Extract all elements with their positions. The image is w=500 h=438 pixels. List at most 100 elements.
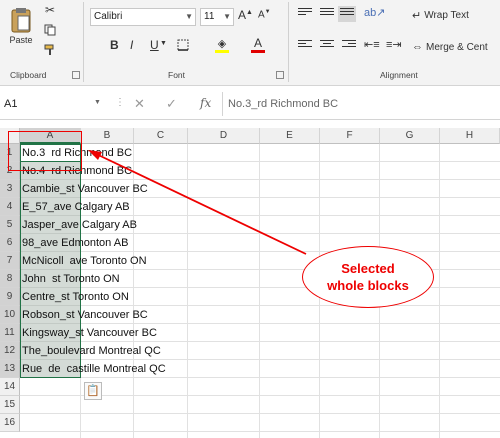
paste-label: Paste	[9, 35, 33, 45]
outdent-button[interactable]: ≡⇥	[386, 38, 402, 51]
font-group-label: Font	[168, 70, 186, 80]
cell-a13[interactable]: Rue de castille Montreal QC	[22, 360, 166, 378]
shrink-font-button[interactable]: A▼	[258, 9, 271, 20]
underline-button[interactable]: U	[150, 38, 159, 52]
font-color-glyph: A	[253, 36, 262, 50]
cell-a4[interactable]: E_57_ave Calgary AB	[22, 198, 130, 216]
row-header-7[interactable]: 7	[0, 252, 20, 270]
grow-font-button[interactable]: A▲	[238, 8, 253, 22]
column-header-c[interactable]: C	[134, 128, 188, 144]
cell-a5[interactable]: Jasper_ave Calgary AB	[22, 216, 137, 234]
row-header-4[interactable]: 4	[0, 198, 20, 216]
row-header-8[interactable]: 8	[0, 270, 20, 288]
cell-a8[interactable]: John st Toronto ON	[22, 270, 120, 288]
annotation-line2: whole blocks	[327, 278, 409, 293]
align-center-icon[interactable]	[320, 40, 334, 52]
cut-button[interactable]: ✂	[42, 2, 58, 18]
gridline	[20, 431, 500, 432]
cell-a3[interactable]: Cambie_st Vancouver BC	[22, 180, 148, 198]
row-header-9[interactable]: 9	[0, 288, 20, 306]
wrap-text-icon: ↵	[412, 9, 422, 22]
cell-a12[interactable]: The_boulevard Montreal QC	[22, 342, 161, 360]
row-header-5[interactable]: 5	[0, 216, 20, 234]
ribbon: Paste ✂ Clipboard Calibri ▼ 11 ▼ A▲ A▼ B…	[0, 0, 500, 86]
cell-a9[interactable]: Centre_st Toronto ON	[22, 288, 129, 306]
row-header-15[interactable]: 15	[0, 396, 20, 414]
column-header-d[interactable]: D	[188, 128, 260, 144]
paste-button[interactable]: Paste	[6, 2, 36, 50]
row-header-10[interactable]: 10	[0, 306, 20, 324]
row-header-3[interactable]: 3	[0, 180, 20, 198]
italic-button[interactable]: I	[130, 38, 133, 52]
row-header-14[interactable]: 14	[0, 378, 20, 396]
cell-a11[interactable]: Kingsway_st Vancouver BC	[22, 324, 157, 342]
font-size-combo[interactable]: 11 ▼	[200, 8, 234, 26]
paste-options-button[interactable]: 📋	[84, 382, 102, 400]
name-box[interactable]: A1	[0, 94, 92, 114]
formula-bar: A1 ▼ ⋮ ✕ ✓ fx No.3_rd Richmond BC	[0, 88, 500, 120]
row-header-13[interactable]: 13	[0, 360, 20, 378]
cancel-icon[interactable]: ✕	[134, 96, 145, 112]
borders-button[interactable]	[176, 38, 190, 52]
separator-dots: ⋮	[115, 97, 125, 108]
fill-color-button[interactable]: ◈	[214, 36, 230, 54]
font-color-bar	[251, 50, 265, 53]
column-header-b[interactable]: B	[81, 128, 134, 144]
wrap-text-label: Wrap Text	[424, 9, 469, 21]
bold-button[interactable]: B	[110, 38, 119, 52]
align-left-icon[interactable]	[298, 40, 312, 52]
chevron-down-icon: ▼	[185, 12, 193, 21]
fill-color-bar	[215, 49, 229, 53]
copy-icon	[44, 24, 56, 36]
column-header-h[interactable]: H	[440, 128, 500, 144]
gridline	[259, 144, 260, 438]
borders-icon	[177, 39, 189, 51]
font-color-button[interactable]: A	[250, 36, 266, 54]
clipboard-group-label: Clipboard	[10, 70, 47, 80]
clipboard-icon: 📋	[86, 385, 100, 397]
formula-input[interactable]: No.3_rd Richmond BC	[228, 94, 338, 114]
annotation-callout: Selected whole blocks	[302, 246, 434, 308]
column-header-f[interactable]: F	[320, 128, 380, 144]
font-size-value: 11	[204, 11, 215, 22]
font-name-combo[interactable]: Calibri ▼	[90, 8, 196, 26]
align-top-icon[interactable]	[298, 8, 312, 20]
formula-divider	[222, 92, 223, 116]
row-header-12[interactable]: 12	[0, 342, 20, 360]
scissors-icon: ✂	[44, 3, 56, 17]
merge-center-label: Merge & Cent	[426, 41, 488, 53]
gridline	[439, 144, 440, 438]
merge-center-button[interactable]: ⇔ Merge & Cent	[412, 38, 488, 56]
annotation-line1: Selected	[341, 261, 395, 276]
cell-a10[interactable]: Robson_st Vancouver BC	[22, 306, 148, 324]
align-right-icon[interactable]	[342, 40, 356, 52]
copy-button[interactable]	[42, 22, 58, 38]
enter-icon[interactable]: ✓	[166, 96, 177, 112]
merge-icon: ⇔	[412, 41, 423, 53]
cell-a6[interactable]: 98_ave Edmonton AB	[22, 234, 128, 252]
indent-button[interactable]: ⇤≡	[364, 38, 380, 51]
clipboard-icon	[11, 8, 31, 33]
format-painter-button[interactable]	[42, 42, 58, 58]
clipboard-launcher-icon[interactable]	[72, 71, 80, 79]
row-header-6[interactable]: 6	[0, 234, 20, 252]
chevron-down-icon: ▼	[223, 12, 231, 21]
column-header-e[interactable]: E	[260, 128, 320, 144]
gridline	[20, 413, 500, 414]
name-box-dropdown[interactable]: ▼	[94, 99, 101, 106]
font-name-value: Calibri	[94, 11, 123, 22]
align-bottom-icon[interactable]	[338, 6, 356, 22]
paintbrush-icon	[44, 44, 54, 55]
orientation-button[interactable]: ab↗	[364, 6, 385, 19]
align-middle-icon[interactable]	[320, 8, 334, 20]
cell-a7[interactable]: McNicoll ave Toronto ON	[22, 252, 147, 270]
separator	[288, 2, 289, 82]
gridline	[187, 144, 188, 438]
row-header-16[interactable]: 16	[0, 414, 20, 432]
column-header-g[interactable]: G	[380, 128, 440, 144]
wrap-text-button[interactable]: ↵ Wrap Text	[412, 6, 469, 24]
underline-dropdown[interactable]: ▼	[160, 40, 167, 47]
row-header-11[interactable]: 11	[0, 324, 20, 342]
font-launcher-icon[interactable]	[276, 71, 284, 79]
insert-function-icon[interactable]: fx	[200, 96, 211, 110]
